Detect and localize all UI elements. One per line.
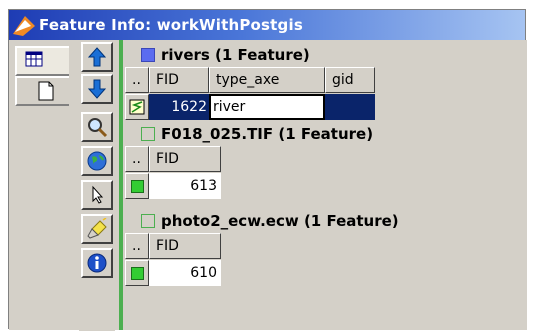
globe-icon [87,151,107,171]
table-icon [25,51,43,67]
feature-panel: rivers (1 Feature) .. FID type_axe gid 1… [125,40,527,330]
column-header-gid[interactable]: gid [325,67,375,93]
layer-title: rivers (1 Feature) [161,46,310,64]
cell-fid[interactable]: 1622 [149,94,209,120]
tab-table-view[interactable] [15,46,69,76]
document-icon [38,81,54,101]
layer-header-ecw[interactable]: photo2_ecw.ecw (1 Feature) [125,210,399,232]
raster-feature-icon [130,266,144,280]
cell-gid[interactable] [325,94,375,120]
layer-title: photo2_ecw.ecw (1 Feature) [161,212,399,230]
column-header-type-axe[interactable]: type_axe [209,67,325,93]
row-selector[interactable] [125,260,149,286]
pointer-icon [92,185,104,204]
move-down-button[interactable] [81,74,113,104]
selection-strip [119,40,123,330]
window-title: Feature Info: workWithPostgis [39,16,303,34]
move-up-button[interactable] [81,42,113,72]
layer-header-tif[interactable]: F018_025.TIF (1 Feature) [125,123,373,145]
row-selector[interactable] [125,173,149,199]
info-button[interactable] [81,248,113,278]
cell-type-axe[interactable]: river [209,94,325,120]
zoom-button[interactable] [81,112,113,142]
title-bar[interactable]: Feature Info: workWithPostgis [9,10,525,40]
window-body: rivers (1 Feature) .. FID type_axe gid 1… [9,40,527,331]
layer-header-rivers[interactable]: rivers (1 Feature) [125,44,310,66]
column-header-row-selector[interactable]: .. [125,146,149,172]
globe-button[interactable] [81,146,113,176]
layer-title: F018_025.TIF (1 Feature) [161,125,374,143]
cell-fid[interactable]: 613 [149,173,221,199]
cell-fid[interactable]: 610 [149,260,221,286]
highlight-button[interactable] [81,214,113,244]
column-header-row-selector[interactable]: .. [125,233,149,259]
magnifier-icon [88,118,108,138]
column-header-fid[interactable]: FID [149,233,221,259]
line-feature-icon [129,99,145,115]
layer-color-swatch [141,214,155,228]
arrow-down-icon [87,79,107,99]
arrow-up-icon [87,47,107,67]
layer-color-swatch [141,127,155,141]
select-button[interactable] [81,180,113,210]
tab-document-view[interactable] [15,76,69,106]
app-logo-icon [11,12,37,38]
info-icon [87,253,107,273]
layer-color-swatch [141,48,155,62]
raster-feature-icon [130,179,144,193]
column-header-row-selector[interactable]: .. [125,67,149,93]
feature-info-window: Feature Info: workWithPostgis rivers (1 … [8,9,527,331]
column-header-fid[interactable]: FID [149,67,209,93]
column-header-fid[interactable]: FID [149,146,221,172]
vertical-toolbar [79,42,115,331]
flashlight-icon [87,218,107,239]
row-selector[interactable] [125,94,149,120]
